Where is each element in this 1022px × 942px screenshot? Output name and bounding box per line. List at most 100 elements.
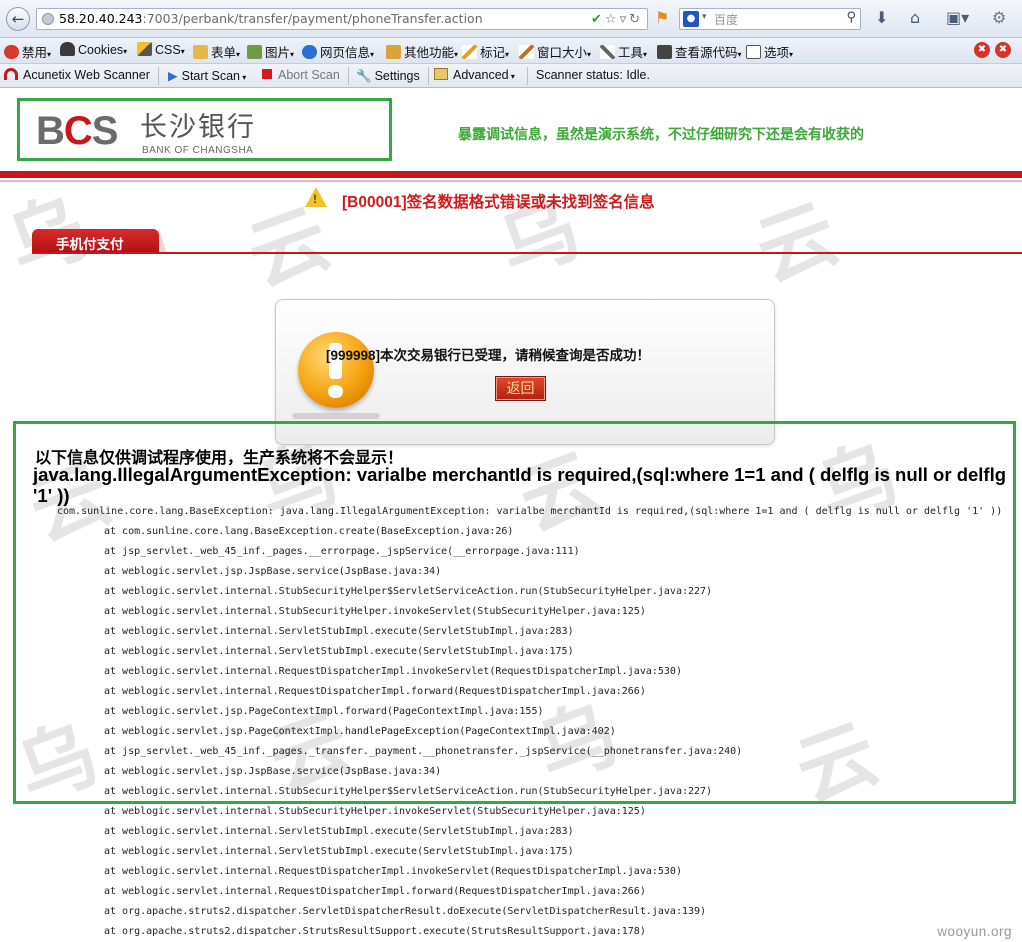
- toolbar-item-cookies[interactable]: Cookies▾: [60, 42, 127, 57]
- stack-frame: at weblogic.servlet.internal.ServletStub…: [104, 846, 574, 857]
- advanced-icon: [434, 68, 448, 80]
- watermark-credit: wooyun.org: [937, 924, 1012, 939]
- wrench-icon: 🔧: [356, 68, 372, 83]
- disable-icon: [4, 45, 19, 59]
- acunetix-logo-icon: [4, 68, 18, 80]
- dropdown-arrow-icon[interactable]: ▿: [620, 12, 630, 27]
- scanner-status: Scanner status: Idle.: [536, 68, 650, 82]
- toolbar-divider: [158, 67, 159, 85]
- error-indicator-icon[interactable]: ✖: [974, 42, 990, 58]
- stack-frame: at org.apache.struts2.dispatcher.StrutsR…: [104, 926, 646, 937]
- toolbar-item-page-info[interactable]: 网页信息▾: [302, 42, 374, 61]
- stack-frame: at weblogic.servlet.internal.ServletStub…: [104, 826, 574, 837]
- forms-icon: [193, 45, 208, 59]
- stack-trace-header: com.sunline.core.lang.BaseException: jav…: [57, 506, 1003, 517]
- stack-frame: at weblogic.servlet.jsp.JspBase.service(…: [104, 766, 442, 777]
- stack-frame: at weblogic.servlet.jsp.PageContextImpl.…: [104, 706, 544, 717]
- stack-frame: at org.apache.struts2.dispatcher.Servlet…: [104, 906, 707, 917]
- download-icon[interactable]: ⬇: [875, 8, 888, 27]
- stack-frame: at jsp_servlet._web_45_inf._pages.__erro…: [104, 546, 580, 557]
- close-toolbar-icon[interactable]: ✖: [995, 42, 1011, 58]
- tab-shade: [159, 229, 167, 254]
- tools-icon: [600, 45, 615, 59]
- stack-frame: at weblogic.servlet.internal.RequestDisp…: [104, 666, 682, 677]
- page-content: 乌 云 乌 云 云 乌 云 乌 乌 云 乌 云 BCS 长沙银行 BANK OF…: [0, 89, 1022, 942]
- logo-mark: BCS: [36, 109, 118, 153]
- annotation-slogan: 暴露调试信息，虽然是演示系统，不过仔细研究下还是会有收获的: [458, 126, 864, 142]
- stack-frame: at weblogic.servlet.internal.RequestDisp…: [104, 686, 646, 697]
- home-flag-icon[interactable]: ⚑: [655, 8, 669, 27]
- tab-label: 手机付支付: [56, 237, 124, 252]
- css-pencil-icon: [137, 42, 152, 56]
- abort-scan-button[interactable]: Abort Scan: [262, 68, 340, 82]
- tab-phone-pay[interactable]: 手机付支付: [32, 229, 159, 254]
- toolbar-item-images[interactable]: 图片▾: [247, 42, 294, 61]
- address-bar-icons: ✔☆▿↻: [591, 10, 643, 29]
- acunetix-toolbar: Acunetix Web Scanner ▶ Start Scan ▾ Abort…: [0, 64, 1022, 88]
- settings-button[interactable]: 🔧 Settings: [356, 68, 420, 84]
- stack-frame: at com.sunline.core.lang.BaseException.c…: [104, 526, 514, 537]
- back-arrow-icon[interactable]: ←: [6, 7, 30, 31]
- url-path: :7003/perbank/transfer/payment/phoneTran…: [142, 11, 483, 26]
- site-identity-icon[interactable]: [42, 13, 54, 25]
- url-host: 58.20.40.243: [59, 11, 143, 26]
- options-icon: [746, 45, 761, 59]
- toolbar-item-misc[interactable]: 其他功能▾: [386, 42, 458, 61]
- images-icon: [247, 45, 262, 59]
- toolbar-item-tools[interactable]: 工具▾: [600, 42, 647, 61]
- stack-frame: at weblogic.servlet.internal.StubSecurit…: [104, 586, 713, 597]
- header-red-bar: [0, 171, 1022, 178]
- warning-triangle-icon: !: [305, 187, 327, 207]
- toolbar-item-outline[interactable]: 标记▾: [462, 42, 509, 61]
- play-icon: ▶: [168, 68, 178, 83]
- toolbar-item-view-source[interactable]: 查看源代码▾: [657, 42, 742, 61]
- stop-icon: [262, 69, 272, 79]
- settings-gear-icon[interactable]: ⚙: [992, 8, 1006, 27]
- logo-chinese-name: 长沙银行: [140, 112, 256, 143]
- search-magnifier-icon[interactable]: ⚲: [846, 10, 856, 25]
- tab-underline: [32, 252, 1022, 254]
- outline-pencil-icon: [462, 45, 477, 59]
- stack-frame: at weblogic.servlet.internal.RequestDisp…: [104, 886, 646, 897]
- icon-shadow: [292, 413, 380, 419]
- exception-message: java.lang.IllegalArgumentException: vari…: [33, 464, 1007, 506]
- stack-frame: at weblogic.servlet.internal.RequestDisp…: [104, 866, 682, 877]
- toolbar-item-resize[interactable]: 窗口大小▾: [519, 42, 591, 61]
- toolbar-item-options[interactable]: 选项▾: [746, 42, 793, 61]
- home-icon[interactable]: ⌂: [910, 8, 920, 27]
- baidu-engine-icon[interactable]: ●: [683, 11, 699, 27]
- stack-frame: at jsp_servlet._web_45_inf._pages._trans…: [104, 746, 743, 757]
- stack-frame: at weblogic.servlet.internal.ServletStub…: [104, 626, 574, 637]
- misc-icon: [386, 45, 401, 59]
- address-bar[interactable]: 58.20.40.243:7003/perbank/transfer/payme…: [36, 8, 648, 30]
- info-icon: [302, 45, 317, 59]
- toolbar-item-disable[interactable]: 禁用▾: [4, 42, 51, 61]
- toolbar-divider: [527, 67, 528, 85]
- stack-frame: at weblogic.servlet.jsp.PageContextImpl.…: [104, 726, 616, 737]
- toolbar-item-css[interactable]: CSS▾: [137, 42, 185, 57]
- toolbar-divider: [428, 67, 429, 85]
- search-placeholder: 百度: [714, 13, 739, 27]
- bank-logo[interactable]: BCS 长沙银行 BANK OF CHANGSHA: [17, 98, 392, 161]
- advanced-menu[interactable]: Advanced ▾: [434, 68, 515, 82]
- browser-navigation-bar: ← 58.20.40.243:7003/perbank/transfer/pay…: [0, 0, 1022, 38]
- toolbar-item-forms[interactable]: 表单▾: [193, 42, 240, 61]
- view-source-icon: [657, 45, 672, 59]
- engine-dropdown-icon[interactable]: ▾: [702, 12, 707, 22]
- compatibility-check-icon[interactable]: ✔: [591, 12, 605, 27]
- reload-icon[interactable]: ↻: [629, 12, 643, 27]
- bookmark-star-icon[interactable]: ☆: [605, 12, 620, 27]
- bookmarks-icon[interactable]: ▣▾: [946, 8, 969, 27]
- watermark-glyph: 云: [237, 193, 341, 304]
- back-button[interactable]: 返回: [495, 376, 546, 401]
- acunetix-product[interactable]: Acunetix Web Scanner: [4, 68, 150, 82]
- stack-frame: at weblogic.servlet.internal.StubSecurit…: [104, 806, 646, 817]
- search-box[interactable]: ● ▾ 百度 ⚲: [679, 8, 861, 30]
- toolbar-divider: [348, 67, 349, 85]
- watermark-glyph: 云: [745, 188, 849, 299]
- start-scan-button[interactable]: ▶ Start Scan ▾: [168, 68, 246, 83]
- web-developer-toolbar: 禁用▾ Cookies▾ CSS▾ 表单▾ 图片▾ 网页信息▾ 其他功能▾ 标记…: [0, 38, 1022, 64]
- stack-frame: at weblogic.servlet.jsp.JspBase.service(…: [104, 566, 442, 577]
- logo-english-name: BANK OF CHANGSHA: [142, 145, 254, 156]
- stack-frame: at weblogic.servlet.internal.StubSecurit…: [104, 606, 646, 617]
